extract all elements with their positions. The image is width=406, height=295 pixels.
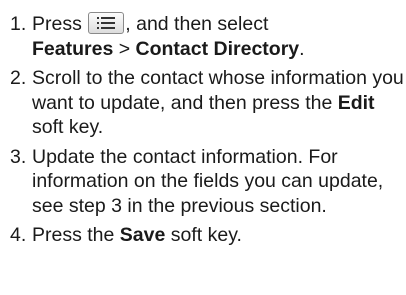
step-text: . bbox=[299, 37, 305, 60]
step-text: soft key. bbox=[165, 224, 242, 246]
step-number: 2. bbox=[10, 67, 27, 89]
step-text: Update the contact information. For info… bbox=[32, 145, 384, 217]
step-text: , and then select bbox=[125, 13, 269, 35]
menu-list-icon bbox=[88, 12, 125, 34]
step-number: 4. bbox=[10, 224, 27, 246]
step-text: Press the bbox=[32, 224, 120, 246]
menu-path-separator: > bbox=[113, 37, 136, 60]
save-soft-key-label: Save bbox=[119, 224, 166, 246]
step-number: 1. bbox=[10, 13, 27, 35]
menu-path-features: Features bbox=[32, 37, 114, 60]
step-3: 3. Update the contact information. For i… bbox=[0, 145, 406, 219]
menu-path-contact-directory: Contact Directory bbox=[135, 37, 300, 60]
step-1: 1. Press , and then select Features > Co… bbox=[0, 12, 406, 61]
step-text: soft key. bbox=[32, 116, 104, 138]
step-text: Press bbox=[32, 13, 88, 35]
step-4: 4. Press the Save soft key. bbox=[0, 223, 406, 248]
step-2: 2. Scroll to the contact whose informati… bbox=[0, 66, 406, 140]
steps-list: 1. Press , and then select Features > Co… bbox=[0, 12, 406, 248]
step-number: 3. bbox=[10, 145, 27, 168]
edit-soft-key-label: Edit bbox=[337, 91, 375, 114]
